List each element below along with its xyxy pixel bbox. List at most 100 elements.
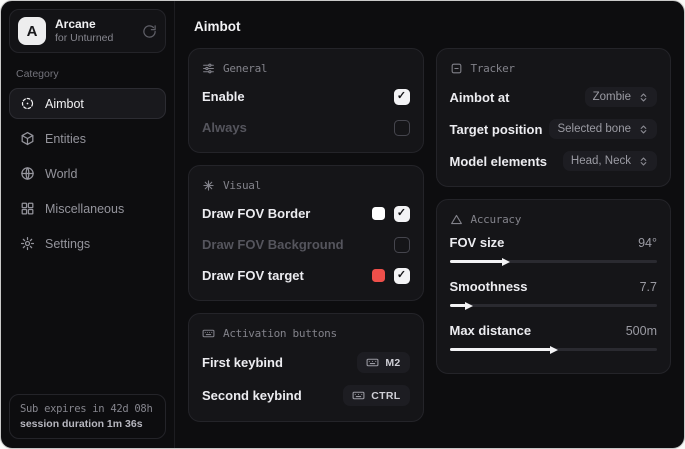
- sidebar-item-label: Miscellaneous: [45, 202, 124, 216]
- fov-target-checkbox[interactable]: [394, 268, 410, 284]
- setting-row-fov-background: Draw FOV Background: [202, 229, 410, 260]
- max-distance-slider-block: Max distance 500m: [450, 320, 658, 351]
- app-window: A Arcane for Unturned Category Aimbot: [0, 0, 685, 449]
- setting-row-fov-target: Draw FOV target: [202, 260, 410, 291]
- fov-size-slider[interactable]: [450, 260, 658, 263]
- activation-card: Activation buttons First keybind M2: [188, 313, 424, 422]
- card-title-text: Tracker: [471, 62, 515, 75]
- subscription-info-card: Sub expires in 42d 08h session duration …: [9, 394, 166, 439]
- first-keybind-button[interactable]: M2: [357, 352, 409, 373]
- visual-card: Visual Draw FOV Border Draw FOV Backgrou…: [188, 165, 424, 301]
- sidebar-item-label: Aimbot: [45, 97, 84, 111]
- tracker-card: Tracker Aimbot at Zombie Target position: [436, 48, 672, 187]
- keyboard-icon: [202, 327, 215, 340]
- card-title-text: Visual: [223, 179, 261, 192]
- setting-row-always: Always: [202, 112, 410, 143]
- keybind-value: CTRL: [371, 390, 400, 402]
- setting-label: FOV size: [450, 235, 505, 250]
- sidebar-item-label: Entities: [45, 132, 86, 146]
- setting-row-second-keybind: Second keybind CTRL: [202, 379, 410, 412]
- chevron-up-down-icon: [638, 92, 649, 103]
- card-title-text: General: [223, 62, 267, 75]
- gear-icon: [20, 236, 35, 251]
- main-content: Aimbot General Enable: [175, 1, 684, 448]
- setting-row-aimbot-at: Aimbot at Zombie: [450, 81, 658, 113]
- left-column: General Enable Always: [188, 48, 424, 422]
- keyboard-icon: [352, 389, 365, 402]
- sidebar-item-aimbot[interactable]: Aimbot: [9, 88, 166, 119]
- always-checkbox[interactable]: [394, 120, 410, 136]
- brand-card: A Arcane for Unturned: [9, 9, 166, 53]
- card-title-text: Accuracy: [471, 213, 522, 226]
- grid-icon: [20, 201, 35, 216]
- enable-checkbox[interactable]: [394, 89, 410, 105]
- sidebar-item-miscellaneous[interactable]: Miscellaneous: [9, 193, 166, 224]
- fov-border-color-swatch[interactable]: [372, 207, 385, 220]
- slider-fill: [450, 348, 552, 351]
- refresh-icon[interactable]: [142, 24, 157, 39]
- setting-row-fov-border: Draw FOV Border: [202, 198, 410, 229]
- right-column: Tracker Aimbot at Zombie Target position: [436, 48, 672, 374]
- setting-label: Aimbot at: [450, 90, 510, 105]
- visual-card-title: Visual: [202, 179, 410, 192]
- accuracy-card-title: Accuracy: [450, 213, 658, 226]
- chevron-up-down-icon: [638, 156, 649, 167]
- slider-handle[interactable]: [550, 346, 558, 354]
- category-label: Category: [16, 68, 159, 80]
- slider-handle[interactable]: [502, 258, 510, 266]
- sidebar: A Arcane for Unturned Category Aimbot: [1, 1, 175, 448]
- setting-row-model-elements: Model elements Head, Neck: [450, 145, 658, 177]
- sidebar-item-settings[interactable]: Settings: [9, 228, 166, 259]
- sidebar-item-world[interactable]: World: [9, 158, 166, 189]
- setting-label: Draw FOV Background: [202, 237, 344, 252]
- tracker-card-title: Tracker: [450, 62, 658, 75]
- setting-row-enable: Enable: [202, 81, 410, 112]
- keyboard-icon: [366, 356, 379, 369]
- slider-handle[interactable]: [465, 302, 473, 310]
- aimbot-at-select[interactable]: Zombie: [585, 87, 657, 107]
- select-value: Selected bone: [557, 123, 631, 135]
- setting-label: Enable: [202, 89, 245, 104]
- smoothness-value: 7.7: [640, 280, 657, 294]
- square-minus-icon: [450, 62, 463, 75]
- smoothness-slider[interactable]: [450, 304, 658, 307]
- card-title-text: Activation buttons: [223, 327, 337, 340]
- sub-expires-text: Sub expires in 42d 08h: [20, 403, 155, 415]
- sidebar-item-label: Settings: [45, 237, 90, 251]
- fov-size-slider-block: FOV size 94°: [450, 232, 658, 263]
- triangle-icon: [450, 213, 463, 226]
- setting-row-first-keybind: First keybind M2: [202, 346, 410, 379]
- setting-label: Smoothness: [450, 279, 528, 294]
- setting-label: Draw FOV Border: [202, 206, 310, 221]
- fov-border-checkbox[interactable]: [394, 206, 410, 222]
- fov-background-checkbox[interactable]: [394, 237, 410, 253]
- page-title: Aimbot: [194, 19, 671, 34]
- sparkle-icon: [202, 179, 215, 192]
- slider-fill: [450, 260, 504, 263]
- activation-card-title: Activation buttons: [202, 327, 410, 340]
- target-position-select[interactable]: Selected bone: [549, 119, 657, 139]
- second-keybind-button[interactable]: CTRL: [343, 385, 409, 406]
- fov-target-color-swatch[interactable]: [372, 269, 385, 282]
- chevron-up-down-icon: [638, 124, 649, 135]
- setting-row-target-position: Target position Selected bone: [450, 113, 658, 145]
- select-value: Head, Neck: [571, 155, 631, 167]
- sliders-icon: [202, 62, 215, 75]
- brand-text: Arcane for Unturned: [55, 17, 113, 45]
- sidebar-item-entities[interactable]: Entities: [9, 123, 166, 154]
- max-distance-slider[interactable]: [450, 348, 658, 351]
- globe-icon: [20, 166, 35, 181]
- smoothness-slider-block: Smoothness 7.7: [450, 276, 658, 307]
- accuracy-card: Accuracy FOV size 94°: [436, 199, 672, 374]
- general-card: General Enable Always: [188, 48, 424, 153]
- setting-label: Max distance: [450, 323, 532, 338]
- max-distance-value: 500m: [626, 324, 657, 338]
- fov-size-value: 94°: [638, 236, 657, 250]
- model-elements-select[interactable]: Head, Neck: [563, 151, 657, 171]
- app-name: Arcane: [55, 17, 113, 32]
- select-value: Zombie: [593, 91, 631, 103]
- cube-icon: [20, 131, 35, 146]
- crosshair-icon: [20, 96, 35, 111]
- setting-label: Second keybind: [202, 388, 302, 403]
- setting-label: Model elements: [450, 154, 548, 169]
